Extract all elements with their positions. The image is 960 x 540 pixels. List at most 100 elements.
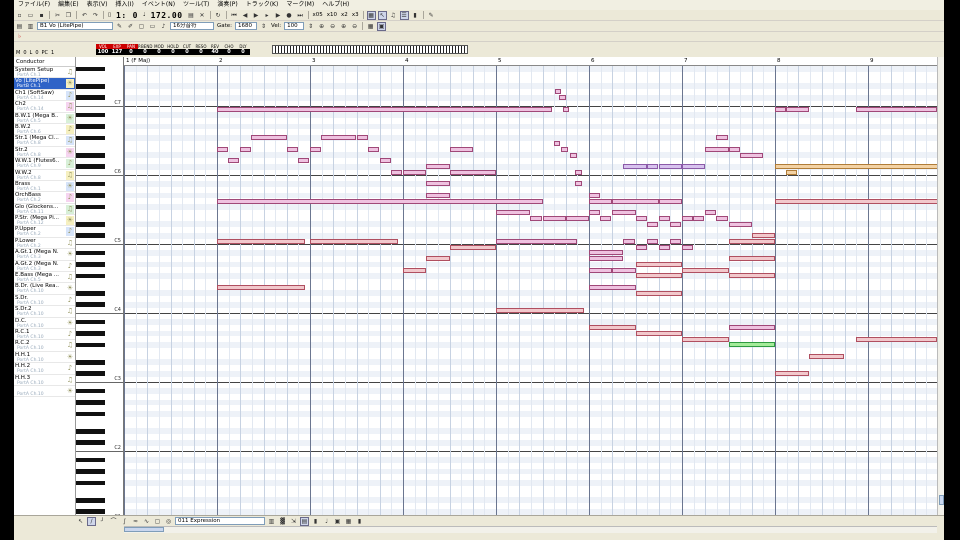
horizontal-scroll-thumb[interactable] [124,527,164,532]
instrument-icon[interactable]: ♫ [66,273,74,282]
tempo-edit-icon[interactable]: ▤ [187,11,196,20]
meter-icon[interactable]: ▮ [411,11,420,20]
track-row[interactable]: H.H.2 PortA Ch.10 ♪ [14,363,75,375]
menu-item-3[interactable]: 挿入(I) [111,0,137,10]
instrument-icon[interactable]: ♫ [66,239,74,248]
note-event[interactable] [612,210,636,216]
instrument-icon[interactable]: ♪ [66,159,74,169]
vertical-zoom-in-icon[interactable]: ⊕ [339,22,348,31]
note-event[interactable] [559,95,566,101]
note-event[interactable] [635,215,647,221]
controller-rev[interactable]: REV 40 [208,44,222,56]
note-event[interactable] [635,261,682,267]
freehand-icon[interactable]: ∕ [87,516,96,526]
instrument-icon[interactable]: ♫ [66,68,74,77]
track-row[interactable]: Vo (LitePipe) PortB Ch.1 ☀ [14,78,75,90]
black-key[interactable] [76,181,105,187]
note-event[interactable] [554,89,562,95]
quantize-x3[interactable]: x3 [352,12,359,18]
note-event[interactable] [612,198,659,204]
spline-tool-icon[interactable]: ∫ [120,517,129,526]
level-icon[interactable]: ▮ [355,517,364,526]
note-event[interactable] [786,106,810,112]
note-event[interactable] [635,290,682,296]
black-key[interactable] [76,388,105,394]
meter-bar-icon[interactable]: ▮ [311,517,320,526]
note-event[interactable] [786,169,798,175]
note-event[interactable] [589,284,636,290]
note-event[interactable] [356,135,368,141]
note-event[interactable] [589,325,636,331]
note-event[interactable] [658,164,682,170]
note-event[interactable] [449,244,496,250]
track-row[interactable]: Ch1 (SoftSaw) PortA Ch.14 ♪ [14,90,75,102]
track-row[interactable]: B.Dr. (Live Rea... PortA Ch.10 ☀ [14,283,75,295]
note-event[interactable] [589,210,601,216]
note-event[interactable] [561,146,568,152]
instrument-icon[interactable]: ♫ [66,170,74,180]
vertical-scrollbar[interactable] [937,57,944,515]
event-type-select[interactable]: 011 Expression [175,517,265,525]
note-event[interactable] [575,181,582,187]
zoom-out-icon[interactable]: ⊖ [328,22,337,31]
black-key[interactable] [76,480,105,486]
controller-vol[interactable]: VOL 100 [96,44,110,56]
black-key[interactable] [76,302,105,307]
note-event[interactable] [286,146,298,152]
instrument-icon[interactable]: ☀ [66,387,74,396]
velocity-stepper-icon[interactable]: ⇕ [306,22,315,31]
instrument-icon[interactable]: ☀ [66,147,74,157]
tool-settings-icon[interactable]: ✎ [427,11,436,20]
quantize-x2[interactable]: x2 [341,12,348,18]
instrument-icon[interactable]: ♪ [66,193,74,203]
marker-icon[interactable]: ♭ [15,32,24,41]
note-event[interactable] [496,238,577,244]
note-event[interactable] [403,169,427,175]
black-key[interactable] [76,193,105,198]
note-event[interactable] [635,273,682,279]
step-length-select[interactable]: 16分音符 [170,22,214,30]
note-event[interactable] [217,106,552,112]
track-row[interactable]: W.W.2 PortA Ch.8 ♫ [14,170,75,181]
black-key[interactable] [76,509,105,514]
track-row[interactable]: D.C. PortA Ch.10 ☀ [14,318,75,329]
track-row[interactable]: PortA Ch.10 ☀ [14,386,75,398]
note-event[interactable] [728,221,752,227]
black-key[interactable] [76,66,105,72]
note-event[interactable] [589,267,613,273]
measure-ruler[interactable]: 1 (F Maj) 2 3 4 5 6 7 8 9 [124,57,937,66]
note-event[interactable] [716,215,728,221]
scale-icon[interactable]: ⇲ [289,517,298,526]
track-mute-icon[interactable]: ▥ [26,22,35,31]
note-event[interactable] [682,215,694,221]
black-key[interactable] [76,262,105,267]
note-event[interactable] [589,192,601,198]
record-icon[interactable]: ● [285,11,294,20]
pointer-icon[interactable]: ↖ [76,517,85,526]
note-event[interactable] [367,146,379,152]
track-row[interactable]: B.W.2 PortA Ch.6 ♪ [14,124,75,136]
track-row[interactable]: Ch2 PortA Ch.14 ♫ [14,101,75,113]
note-event[interactable] [570,152,577,158]
note-event[interactable] [682,267,729,273]
controller-exp[interactable]: EXP 127 [110,44,124,56]
marker-graph-icon[interactable]: ▣ [333,517,342,526]
note-event[interactable] [565,215,589,221]
track-row[interactable]: P.Upper PortA Ch.2 ♪ [14,226,75,238]
note-event[interactable] [496,210,531,216]
note-event[interactable] [217,284,306,290]
note-event[interactable] [575,169,582,175]
fast-forward-icon[interactable]: ▶ [252,11,261,20]
step-forward-icon[interactable]: ▶ [274,11,283,20]
track-row[interactable]: B.W.1 (Mega B... PortA Ch.5 ☀ [14,113,75,124]
note-event[interactable] [623,238,635,244]
black-key[interactable] [76,135,105,141]
note-event[interactable] [705,146,729,152]
black-key[interactable] [76,331,105,336]
note-event[interactable] [600,215,612,221]
controller-p-bend[interactable]: P.BEND 0 [138,44,152,56]
select-tool-icon[interactable]: ▢ [137,22,146,31]
instrument-icon[interactable]: ♪ [66,364,74,373]
rewind-icon[interactable]: ◀ [241,11,250,20]
black-key[interactable] [76,440,105,445]
